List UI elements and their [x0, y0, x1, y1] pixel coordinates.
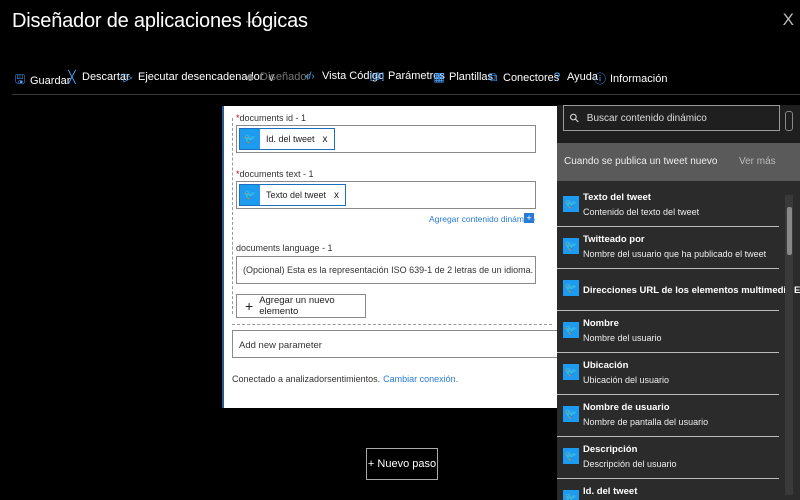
designer-icon: ♣ [246, 70, 254, 84]
twitter-icon: 🐦 [240, 185, 260, 205]
dynamic-content-panel: ⚲ Buscar contenido dinámico Cuando se pu… [557, 105, 800, 500]
templates-button[interactable]: ▦ Plantillas [433, 70, 493, 84]
item-name: Id. del tweet [583, 486, 638, 497]
plus-icon: + [245, 298, 254, 314]
change-connection-link[interactable]: Cambiar conexión. [383, 374, 458, 384]
twitter-icon: 🐦 [563, 364, 579, 380]
documents-text-label: *documents text - 1 [236, 169, 314, 179]
info-icon: ⓘ [594, 72, 607, 86]
item-name: Direcciones URL de los elementos multime… [583, 285, 800, 296]
info-button[interactable]: ⓘ Información [594, 70, 667, 87]
twitter-icon: 🐦 [563, 406, 579, 422]
action-card: *documents id - 1 🐦 Id. del tweet x *doc… [222, 106, 564, 408]
add-dynamic-content-link[interactable]: Agregar contenido dinámico [429, 214, 535, 224]
connectors-button[interactable]: ⧉ Conectores [487, 70, 560, 85]
twitter-icon: 🐦 [563, 196, 579, 212]
remove-token-button[interactable]: x [323, 134, 328, 145]
section-title: Cuando se publica un tweet nuevo [564, 156, 718, 167]
twitter-icon: 🐦 [563, 322, 579, 338]
see-more-link[interactable]: Ver más [739, 156, 776, 167]
connection-text: Conectado a analizadorsentimientos. [232, 374, 381, 384]
info-label: Información [610, 72, 668, 85]
list-item[interactable]: 🐦 Direcciones URL de los elementos multi… [557, 269, 800, 311]
dynamic-content-search-input[interactable]: ⚲ Buscar contenido dinámico [563, 105, 780, 131]
save-label: Guardar [30, 74, 71, 87]
documents-id-label-text: documents id - 1 [239, 113, 307, 123]
item-name: Texto del tweet [583, 192, 651, 203]
panel-search-area: ⚲ Buscar contenido dinámico [557, 105, 800, 143]
save-icon: 🖫 [14, 72, 26, 86]
title-bar: Diseñador de aplicaciones lógicas ··· X [0, 0, 800, 50]
item-description: Descripción del usuario [583, 459, 677, 469]
templates-icon: ▦ [433, 70, 445, 84]
documents-language-value: (Opcional) Esta es la representación ISO… [243, 265, 533, 275]
connection-info: Conectado a analizadorsentimientos. Cambi… [232, 374, 458, 384]
item-description: Nombre del usuario [583, 333, 662, 343]
toolbar-divider [12, 94, 800, 95]
list-item[interactable]: 🐦 Ubicación Ubicación del usuario [557, 353, 779, 395]
add-new-element-label: Agregar un nuevo elemento [259, 295, 335, 317]
documents-id-label: *documents id - 1 [236, 113, 306, 123]
twitter-icon: 🐦 [563, 448, 579, 464]
documents-language-field[interactable]: (Opcional) Esta es la representación ISO… [236, 256, 536, 284]
documents-text-field[interactable]: 🐦 Texto del tweet x [236, 181, 536, 209]
help-button[interactable]: ? Ayuda [551, 70, 598, 84]
list-item[interactable]: 🐦 Nombre Nombre del usuario [557, 311, 779, 353]
list-item[interactable]: 🐦 Texto del tweet Contenido del texto de… [557, 185, 779, 227]
discard-icon: ╳ [68, 70, 76, 84]
add-new-parameter-dropdown[interactable]: Add new parameter [232, 330, 564, 358]
trigger-section-header: Cuando se publica un tweet nuevo Ver más [557, 143, 800, 181]
panel-scroll-thumb[interactable] [787, 207, 792, 255]
list-item[interactable]: 🐦 Id. del tweet [557, 479, 779, 500]
add-new-element-button[interactable]: + Agregar un nuevo elemento [236, 294, 366, 318]
connectors-icon: ⧉ [488, 70, 498, 84]
code-icon: ‹/› [305, 70, 315, 82]
array-guide-line [232, 118, 233, 314]
item-name: Twitteado por [583, 234, 645, 245]
item-description: Nombre de pantalla del usuario [583, 417, 709, 427]
twitter-icon: 🐦 [563, 238, 579, 254]
search-icon: ⚲ [566, 109, 583, 127]
help-icon: ? [553, 70, 561, 84]
item-name: Descripción [583, 444, 638, 455]
more-options-button[interactable]: ··· [245, 14, 257, 28]
toolbar: 🖫 Guardar ╳ Descartar ▷ Ejecutar desenca… [0, 62, 800, 94]
item-name: Ubicación [583, 360, 629, 371]
list-item[interactable]: 🐦 Twitteado por Nombre del usuario que h… [557, 227, 779, 269]
twitter-icon: 🐦 [240, 129, 260, 149]
item-description: Nombre del usuario que ha publicado el t… [583, 249, 767, 259]
item-description: Ubicación del usuario [583, 375, 670, 385]
list-item[interactable]: 🐦 Descripción Descripción del usuario [557, 437, 779, 479]
documents-text-label-text: documents text - 1 [239, 169, 314, 179]
tweet-id-token[interactable]: 🐦 Id. del tweet x [239, 128, 335, 150]
search-placeholder: Buscar contenido dinámico [586, 112, 707, 124]
tweet-text-token[interactable]: 🐦 Texto del tweet x [239, 184, 347, 206]
twitter-icon: 🐦 [563, 490, 579, 500]
close-button[interactable]: X [783, 10, 794, 30]
twitter-icon: 🐦 [563, 280, 579, 296]
tweet-text-token-label: Texto del tweet [266, 190, 327, 200]
item-name: Nombre de usuario [583, 402, 670, 413]
scroll-handle[interactable] [785, 111, 793, 131]
documents-id-field[interactable]: 🐦 Id. del tweet x [236, 125, 536, 153]
new-step-button[interactable]: + Nuevo paso [366, 448, 438, 480]
tweet-id-token-label: Id. del tweet [266, 134, 315, 144]
add-dynamic-content-icon[interactable]: + [524, 213, 534, 223]
item-name: Nombre [583, 318, 619, 329]
array-guide-bottom [232, 324, 552, 325]
documents-language-label: documents language - 1 [236, 243, 333, 253]
save-button[interactable]: 🖫 Guardar [14, 70, 70, 91]
list-item[interactable]: 🐦 Nombre de usuario Nombre de pantalla d… [557, 395, 779, 437]
parameters-icon: [@] [370, 71, 385, 81]
remove-token-button[interactable]: x [334, 190, 339, 201]
page-title: Diseñador de aplicaciones lógicas [12, 10, 308, 32]
discard-button[interactable]: ╳ Descartar [66, 70, 129, 84]
run-icon: ▷ [123, 70, 133, 84]
item-description: Contenido del texto del tweet [583, 207, 700, 217]
designer-button[interactable]: ♣ Diseñador [244, 70, 310, 84]
